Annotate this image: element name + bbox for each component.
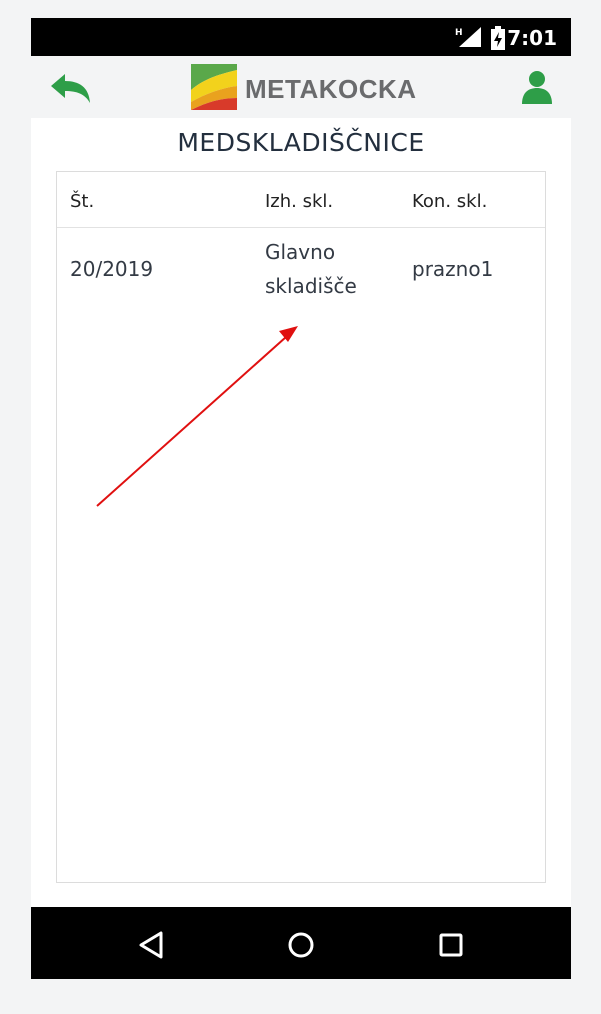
cell-source-line-1: Glavno (265, 240, 336, 264)
cell-source-warehouse: Glavno skladišče (265, 235, 357, 303)
column-header-number: Št. (70, 191, 95, 212)
nav-recents-button[interactable] (433, 927, 469, 963)
cell-number: 20/2019 (70, 257, 154, 281)
logo-text: METAKOCKA (245, 74, 417, 104)
android-nav-bar (31, 907, 571, 979)
table-row[interactable]: 20/2019 Glavno skladišče prazno1 (57, 228, 545, 318)
svg-text:H: H (455, 28, 463, 38)
nav-back-button[interactable] (133, 927, 169, 963)
column-header-target-warehouse: Kon. skl. (412, 191, 488, 212)
app-logo: METAKOCKA (191, 64, 423, 110)
status-time: 7:01 (507, 26, 557, 50)
signal-icon: H (455, 27, 481, 47)
phone-screen: H 7:01 METAKOCKA MEDSKLADIŠČNICE Št. Izh… (31, 18, 571, 979)
user-profile-button[interactable] (521, 70, 553, 104)
status-bar: H 7:01 (31, 18, 571, 56)
cell-source-line-2: skladišče (265, 274, 357, 298)
nav-recents-icon (439, 933, 463, 957)
transfers-table: Št. Izh. skl. Kon. skl. 20/2019 Glavno s… (56, 171, 546, 883)
column-header-source-warehouse: Izh. skl. (265, 191, 334, 212)
page-title: MEDSKLADIŠČNICE (177, 128, 425, 157)
cell-target-warehouse: prazno1 (412, 257, 494, 281)
battery-charging-icon (491, 26, 505, 50)
table-header: Št. Izh. skl. Kon. skl. (57, 172, 545, 228)
nav-home-button[interactable] (283, 927, 319, 963)
user-icon (522, 71, 552, 104)
metakocka-logo-icon (191, 64, 237, 110)
back-arrow-icon (51, 74, 90, 103)
app-bar: METAKOCKA (31, 56, 571, 118)
back-button[interactable] (49, 73, 93, 105)
nav-home-icon (288, 932, 314, 958)
nav-back-icon (139, 931, 163, 959)
